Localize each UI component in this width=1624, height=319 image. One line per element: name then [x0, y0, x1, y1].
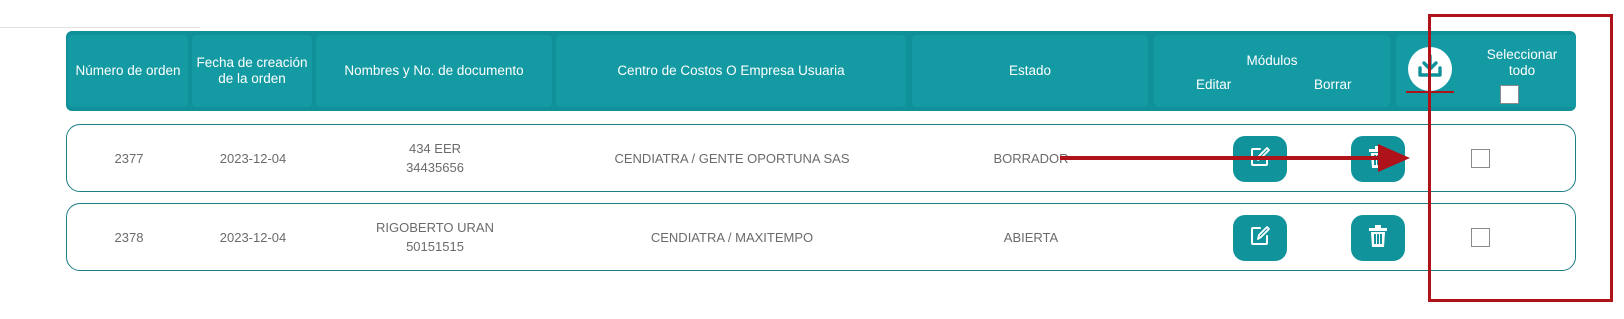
header-label: Centro de Costos O Empresa Usuaria [617, 63, 845, 78]
divider [0, 27, 200, 28]
header-label: Módulos [1246, 53, 1298, 68]
names-document-cell: RIGOBERTO URAN 50151515 [317, 204, 553, 270]
edit-button[interactable] [1233, 215, 1287, 261]
header-cost-center: Centro de Costos O Empresa Usuaria [556, 35, 906, 107]
header-creation-date: Fecha de creación de la orden [192, 35, 312, 107]
document-number: 50151515 [406, 239, 464, 254]
table-row: 2378 2023-12-04 RIGOBERTO URAN 50151515 … [66, 203, 1576, 271]
trash-icon [1367, 224, 1389, 253]
order-number-cell: 2378 [69, 204, 189, 270]
status-text: ABIERTA [1003, 229, 1059, 245]
person-name: 434 EER [408, 141, 462, 156]
header-modules: Módulos Editar Borrar [1154, 35, 1390, 107]
creation-date: 2023-12-04 [219, 150, 287, 166]
header-label: Número de orden [75, 63, 181, 78]
status-text: BORRADOR [993, 150, 1069, 166]
annotation-highlight-box [1428, 14, 1613, 302]
cost-center: CENDIATRA / GENTE OPORTUNA SAS [614, 150, 850, 166]
order-number: 2377 [114, 150, 144, 166]
table-header: Número de orden Fecha de creación de la … [66, 31, 1576, 111]
header-label: Nombres y No. de documento [344, 63, 524, 78]
header-edit-label: Editar [1196, 77, 1232, 92]
document-number: 34435656 [406, 160, 464, 175]
creation-date: 2023-12-04 [219, 229, 287, 245]
order-number-cell: 2377 [69, 125, 189, 191]
edit-icon [1248, 224, 1272, 253]
cost-center-cell: CENDIATRA / GENTE OPORTUNA SAS [557, 125, 907, 191]
date-cell: 2023-12-04 [193, 125, 313, 191]
date-cell: 2023-12-04 [193, 204, 313, 270]
header-status: Estado [912, 35, 1148, 107]
header-label: Fecha de creación [196, 55, 308, 70]
annotation-arrow [1060, 144, 1410, 172]
header-delete-label: Borrar [1314, 77, 1352, 92]
cost-center: CENDIATRA / MAXITEMPO [650, 229, 814, 245]
header-label: Estado [1008, 63, 1052, 78]
names-document-cell: 434 EER 34435656 [317, 125, 553, 191]
header-order-number: Número de orden [68, 35, 188, 107]
delete-button[interactable] [1351, 215, 1405, 261]
cost-center-cell: CENDIATRA / MAXITEMPO [557, 204, 907, 270]
order-number: 2378 [114, 229, 144, 245]
header-names-document: Nombres y No. de documento [316, 35, 552, 107]
status-cell: ABIERTA [913, 204, 1149, 270]
person-name: RIGOBERTO URAN [376, 220, 494, 235]
header-label: de la orden [218, 71, 286, 86]
